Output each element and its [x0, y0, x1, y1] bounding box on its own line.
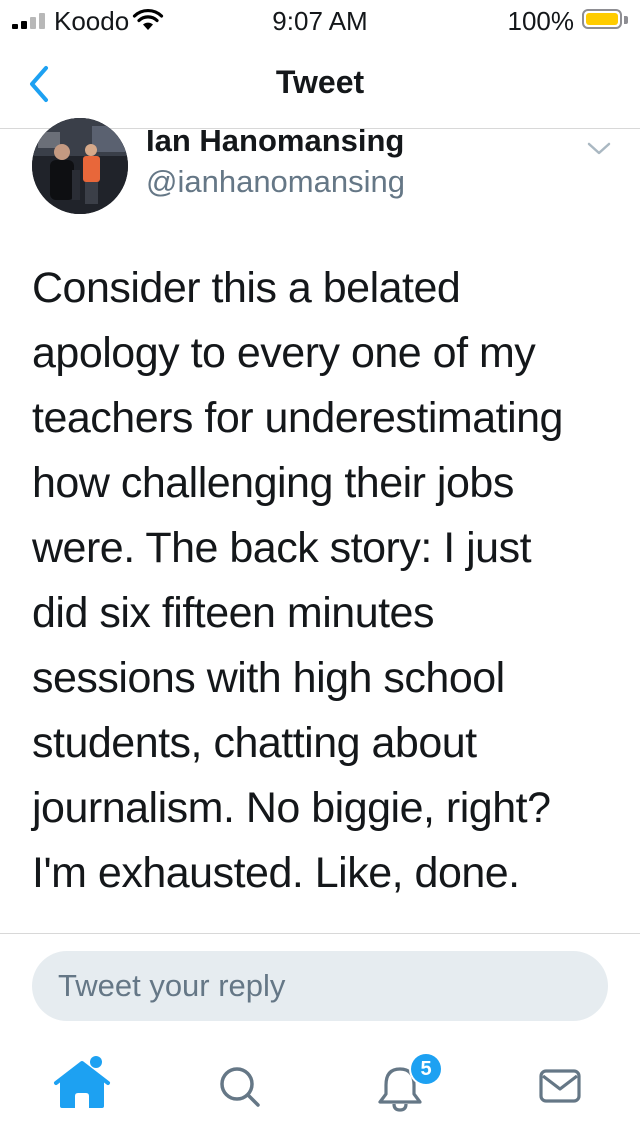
- avatar-photo: [32, 118, 128, 214]
- battery-tip: [624, 16, 628, 24]
- tab-search[interactable]: [200, 1052, 280, 1122]
- divider: [0, 933, 640, 934]
- status-bar: Koodo 9:07 AM 100%: [0, 0, 640, 40]
- battery-icon: [582, 9, 622, 29]
- tweet-detail-screen: Koodo 9:07 AM 100% Tweet Ian Hanomansing…: [0, 0, 640, 1136]
- mail-icon: [539, 1069, 581, 1103]
- tab-messages[interactable]: [520, 1052, 600, 1122]
- nav-bar: Tweet: [0, 40, 640, 129]
- tweet-text-line: were. The back story: I just: [32, 524, 532, 572]
- notification-count-badge: 5: [411, 1054, 441, 1084]
- tweet-text-line: how challenging their jobs: [32, 459, 514, 507]
- tweet-text: Consider this a belated apology to every…: [32, 256, 610, 906]
- reply-input[interactable]: Tweet your reply: [32, 951, 608, 1021]
- tab-home[interactable]: [44, 1052, 124, 1122]
- tweet-options-button[interactable]: [584, 136, 614, 160]
- tweet-text-line: sessions with high school: [32, 654, 505, 702]
- chevron-down-icon: [587, 142, 611, 155]
- tweet-text-line: I'm exhausted. Like, done.: [32, 849, 520, 897]
- battery-percent: 100%: [507, 6, 575, 36]
- reply-placeholder: Tweet your reply: [58, 968, 286, 1003]
- author-name[interactable]: Ian Hanomansing: [146, 123, 404, 159]
- tweet-text-line: Consider this a belated: [32, 264, 461, 312]
- page-title: Tweet: [275, 64, 365, 100]
- avatar[interactable]: [32, 118, 128, 214]
- tweet-text-line: journalism. No biggie, right?: [32, 784, 551, 832]
- tweet-text-line: students, chatting about: [32, 719, 477, 767]
- author-handle[interactable]: @ianhanomansing: [146, 164, 405, 200]
- home-icon: [54, 1056, 110, 1108]
- tweet-text-line: teachers for underestimating: [32, 394, 563, 442]
- tweet-text-line: did six fifteen minutes: [32, 589, 434, 637]
- tweet-text-line: apology to every one of my: [32, 329, 536, 377]
- search-icon: [220, 1067, 260, 1107]
